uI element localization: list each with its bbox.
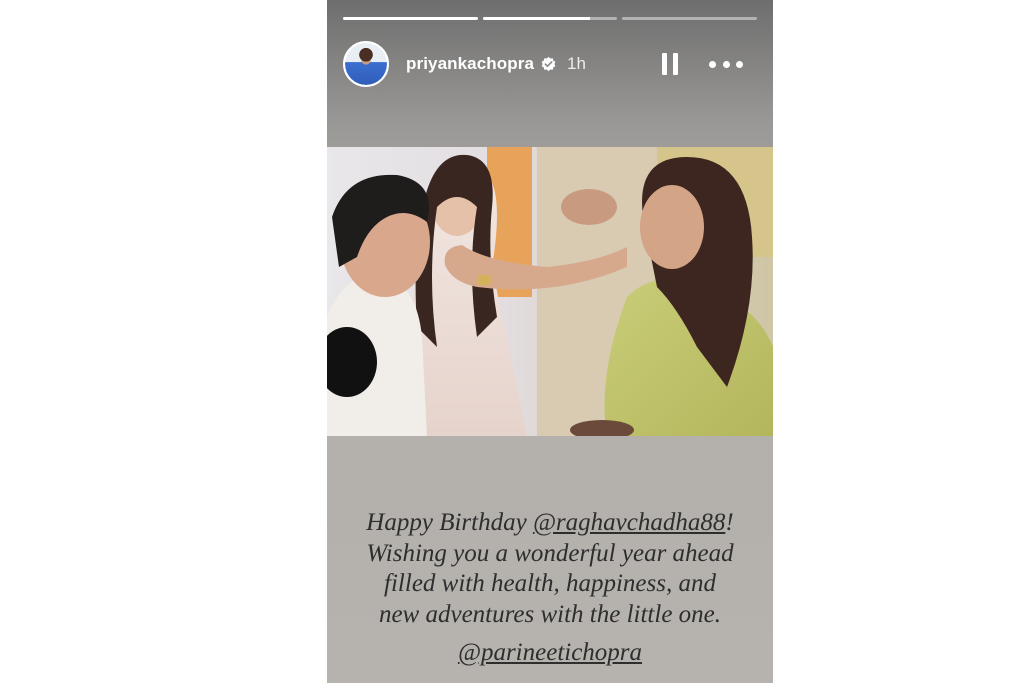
caption-line-4: new adventures with the little one.: [378, 600, 722, 628]
pause-button[interactable]: [657, 51, 683, 77]
progress-fill-2: [482, 17, 591, 20]
story-progress-bar: [343, 17, 758, 20]
username[interactable]: priyankachopra: [406, 54, 534, 74]
mention-parineetichopra[interactable]: @parineetichopra: [458, 639, 642, 666]
progress-segment-2: [482, 17, 618, 20]
progress-fill-1: [343, 17, 478, 20]
more-options-dot: [736, 60, 743, 68]
progress-segment-1: [343, 17, 478, 20]
verified-badge-icon: [541, 56, 556, 71]
caption-line-3: filled with health, happiness, and: [384, 570, 716, 597]
story-caption: Happy Birthday @raghavchadha88! Wishing …: [327, 508, 773, 630]
more-options-dot: [722, 60, 730, 68]
story-timestamp: 1h: [567, 54, 586, 73]
caption-exclamation: !: [725, 509, 734, 536]
pause-icon: [662, 53, 667, 75]
story-header: priyankachopra 1h: [343, 40, 757, 88]
pause-icon-bar: [673, 53, 678, 75]
story-photo-image: [327, 147, 773, 436]
tag-row: @parineetichopra: [327, 639, 773, 667]
progress-segment-3: [622, 17, 758, 20]
more-options-icon: [709, 60, 716, 68]
caption-line-1: Happy Birthday @raghavchadha88!: [327, 508, 773, 539]
story-photo: [327, 147, 773, 436]
caption-greeting: Happy Birthday: [366, 509, 533, 536]
story-viewer[interactable]: priyankachopra 1h Happy Birthday @raghav…: [327, 0, 773, 683]
more-options-button[interactable]: [709, 54, 743, 74]
caption-line-2: Wishing you a wonderful year ahead: [366, 539, 734, 567]
mention-raghavchadha88[interactable]: @raghavchadha88: [533, 509, 725, 536]
avatar[interactable]: [343, 41, 389, 87]
avatar-image: [345, 43, 387, 85]
